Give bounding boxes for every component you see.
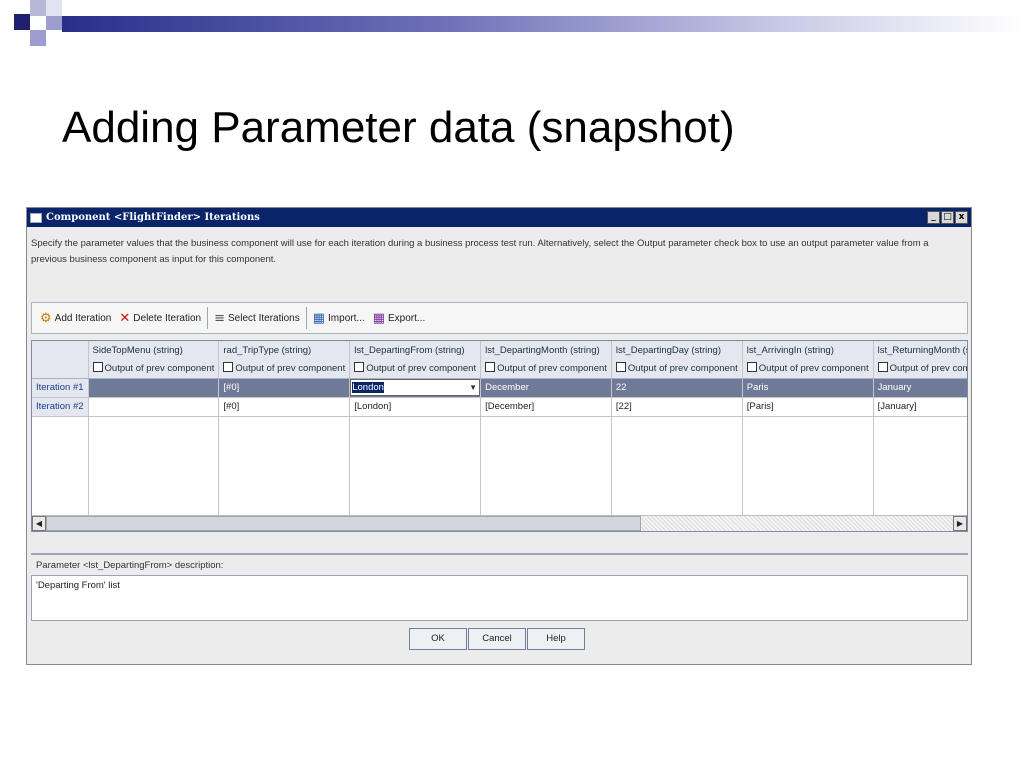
table-cell-editing[interactable]: London ▼ (349, 378, 482, 398)
table-row[interactable]: Iteration #1 [#0] London ▼ December 22 P… (32, 378, 967, 398)
scroll-left-icon[interactable]: ◀ (32, 516, 46, 531)
table-cell[interactable]: [December] (480, 397, 612, 417)
table-cell[interactable]: Paris (742, 378, 874, 398)
import-icon: ▦ (312, 310, 326, 326)
close-button[interactable]: x (955, 211, 968, 224)
deco-gradient-band (62, 16, 1024, 32)
ok-button[interactable]: OK (409, 628, 467, 650)
table-cell[interactable]: [22] (611, 397, 743, 417)
table-cell[interactable]: [#0] (218, 378, 351, 398)
add-iteration-icon: ⚙ (40, 310, 52, 326)
dropdown-arrow-icon[interactable]: ▼ (467, 383, 479, 392)
departing-from-combobox[interactable]: London ▼ (350, 379, 480, 396)
checkbox-icon (354, 362, 365, 373)
column-header[interactable]: lst_DepartingDay (string) (611, 341, 743, 359)
checkbox-icon (92, 362, 103, 373)
dialog-buttons: OK Cancel Help (409, 628, 585, 650)
column-header[interactable]: lst_DepartingMonth (string) (480, 341, 612, 359)
checkbox-icon (746, 362, 757, 373)
help-button[interactable]: Help (527, 628, 585, 650)
add-iteration-button[interactable]: ⚙ Add Iteration (36, 306, 115, 330)
output-checkbox[interactable]: Output of prev component (873, 359, 967, 379)
window-titlebar: Component <FlightFinder> Iterations _ □ … (27, 208, 971, 227)
cancel-button[interactable]: Cancel (468, 628, 526, 650)
deco-square (30, 0, 46, 16)
output-checkbox[interactable]: Output of prev component (742, 359, 874, 379)
horizontal-scrollbar[interactable]: ◀ ▶ (32, 515, 967, 531)
parameter-description-label: Parameter <lst_DepartingFrom> descriptio… (36, 560, 224, 571)
scroll-right-icon[interactable]: ▶ (953, 516, 967, 531)
output-checkbox[interactable]: Output of prev component (611, 359, 743, 379)
checkbox-icon (223, 362, 234, 373)
toolbar: ⚙ Add Iteration ✕ Delete Iteration ≡ Sel… (31, 302, 968, 334)
import-button[interactable]: ▦ Import... (309, 306, 369, 330)
row-header[interactable]: Iteration #1 (32, 378, 89, 398)
output-checkbox[interactable]: Output of prev component (218, 359, 351, 379)
table-row[interactable]: Iteration #2 [#0] [London] [December] [2… (32, 397, 967, 417)
iterations-dialog: Component <FlightFinder> Iterations _ □ … (26, 207, 972, 665)
table-cell[interactable]: [Paris] (742, 397, 874, 417)
select-iterations-button[interactable]: ≡ Select Iterations (210, 306, 304, 330)
window-title: Component <FlightFinder> Iterations (46, 212, 260, 223)
table-cell[interactable]: December (480, 378, 612, 398)
slide-decoration (0, 0, 1024, 60)
parameter-description-box: 'Departing From' list (31, 575, 968, 621)
row-header[interactable]: Iteration #2 (32, 397, 89, 417)
table-cell[interactable]: [January] (873, 397, 967, 417)
deco-square (14, 14, 30, 30)
maximize-button[interactable]: □ (941, 211, 954, 224)
minimize-button[interactable]: _ (927, 211, 940, 224)
window-controls: _ □ x (927, 211, 968, 224)
deco-square (30, 30, 46, 46)
output-checkbox[interactable]: Output of prev component (88, 359, 220, 379)
column-header-row: SideTopMenu (string) rad_TripType (strin… (32, 341, 967, 359)
divider (31, 553, 968, 555)
table-cell[interactable]: 22 (611, 378, 743, 398)
column-header[interactable]: lst_ArrivingIn (string) (742, 341, 874, 359)
slide-title: Adding Parameter data (snapshot) (62, 103, 735, 152)
scroll-thumb[interactable] (46, 516, 641, 531)
checkbox-icon (485, 362, 496, 373)
iterations-grid: SideTopMenu (string) rad_TripType (strin… (31, 340, 968, 532)
column-header[interactable]: lst_ReturningMonth (string) (873, 341, 967, 359)
table-cell[interactable] (88, 397, 220, 417)
delete-iteration-button[interactable]: ✕ Delete Iteration (115, 306, 205, 330)
output-checkbox[interactable]: Output of prev component (349, 359, 482, 379)
output-checkbox-row: Output of prev component Output of prev … (32, 359, 967, 379)
dialog-description: Specify the parameter values that the bu… (31, 238, 929, 265)
iterations-table: SideTopMenu (string) rad_TripType (strin… (32, 341, 967, 515)
empty-rows-area (32, 416, 967, 515)
checkbox-icon (615, 362, 626, 373)
combobox-value: London (352, 382, 384, 393)
table-cell[interactable]: [#0] (218, 397, 351, 417)
export-icon: ▦ (372, 310, 386, 326)
checkbox-icon (877, 362, 888, 373)
corner-cell (32, 359, 89, 379)
delete-icon: ✕ (119, 310, 131, 326)
export-button[interactable]: ▦ Export... (369, 306, 430, 330)
column-header[interactable]: SideTopMenu (string) (88, 341, 220, 359)
table-cell[interactable]: [London] (349, 397, 482, 417)
toolbar-separator (207, 307, 209, 329)
toolbar-separator (305, 307, 307, 329)
scroll-track[interactable] (46, 516, 953, 531)
deco-square (46, 14, 62, 30)
corner-cell (32, 341, 89, 359)
table-cell[interactable] (88, 378, 220, 398)
column-header[interactable]: rad_TripType (string) (218, 341, 351, 359)
table-cell[interactable]: January (873, 378, 967, 398)
list-icon: ≡ (214, 310, 226, 326)
window-icon (30, 212, 42, 223)
deco-square (46, 0, 62, 16)
output-checkbox[interactable]: Output of prev component (480, 359, 612, 379)
column-header[interactable]: lst_DepartingFrom (string) (349, 341, 482, 359)
